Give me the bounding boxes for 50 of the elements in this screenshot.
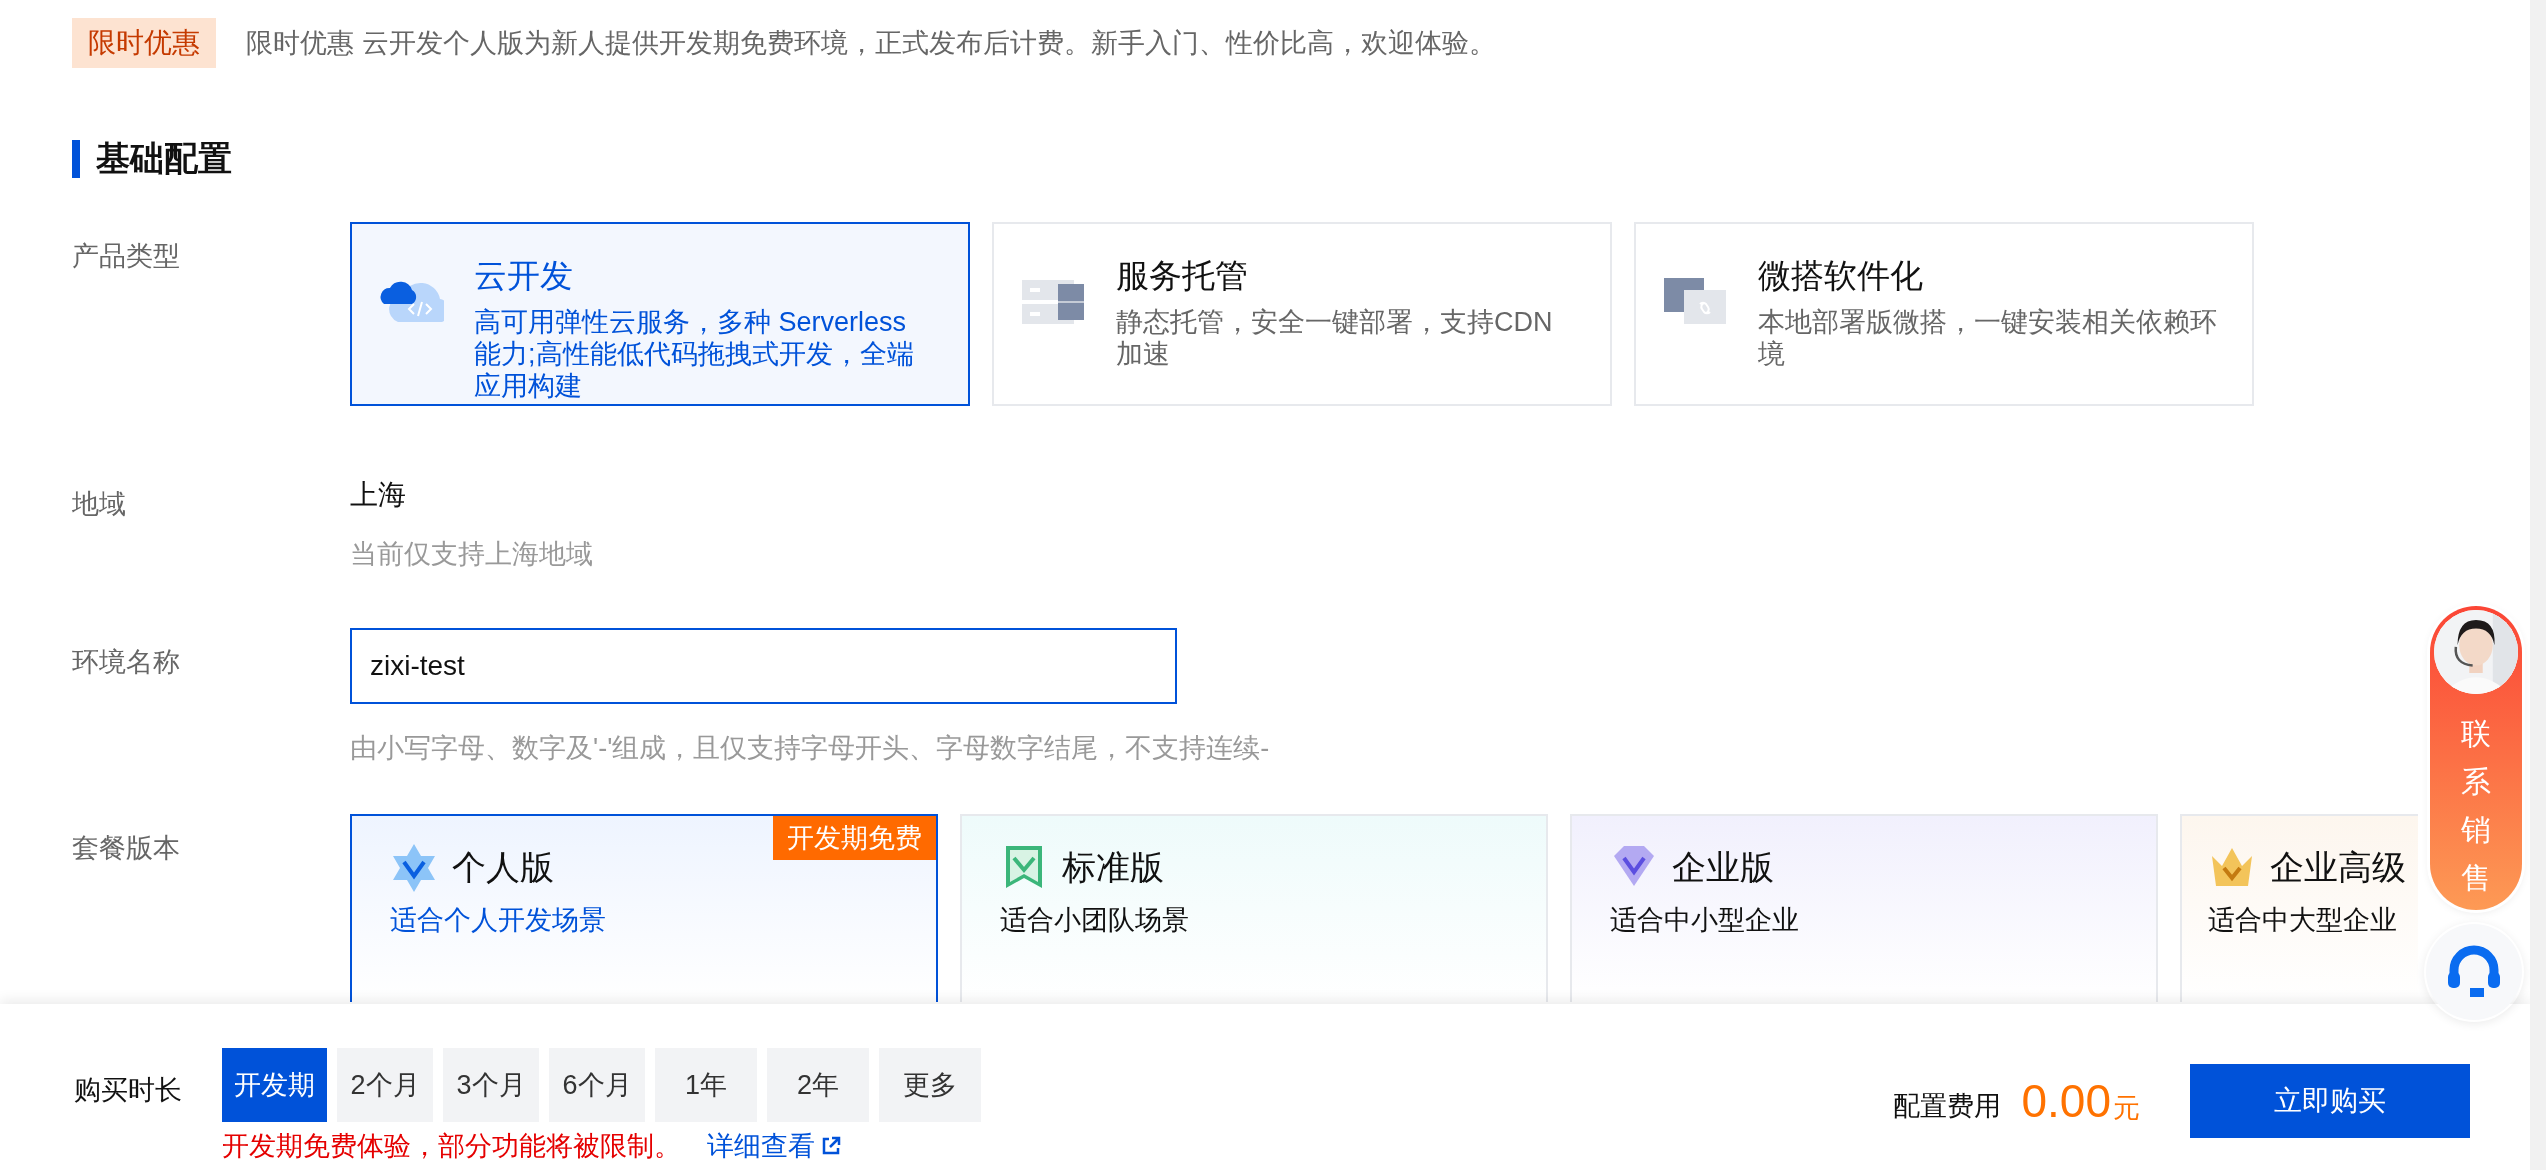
duration-tab[interactable]: 2个月 — [337, 1048, 433, 1122]
field-label: 套餐版本 — [72, 832, 181, 865]
plan-subtitle: 适合中小型企业 — [1610, 904, 1800, 937]
product-option[interactable]: 服务托管 静态托管，安全一键部署，支持CDN加速 — [992, 222, 1612, 406]
option-description: 高可用弹性云服务，多种 Serverless 能力;高性能低代码拖拽式开发，全端应用构建 — [474, 307, 915, 403]
duration-tab[interactable]: 1年 — [655, 1048, 757, 1122]
field-label: 环境名称 — [72, 646, 181, 679]
star-icon — [390, 842, 438, 894]
duration-tab[interactable]: 更多 — [879, 1048, 981, 1122]
duration-tab[interactable]: 开发期 — [222, 1048, 327, 1122]
plan-subtitle: 适合小团队场景 — [1000, 904, 1190, 937]
hint-text: 当前仅支持上海地域 — [350, 538, 593, 571]
plan-subtitle: 适合个人开发场景 — [390, 904, 607, 937]
option-description: 本地部署版微搭，一键安装相关依赖环境 — [1758, 307, 2218, 371]
buy-button[interactable]: 立即购买 — [2190, 1064, 2470, 1138]
duration-tab[interactable]: 3个月 — [443, 1048, 539, 1122]
external-link-icon — [821, 1136, 841, 1156]
duration-tab[interactable]: 6个月 — [549, 1048, 645, 1122]
section-marker — [72, 140, 80, 178]
plan-card[interactable]: 标准版 适合小团队场景 — [960, 814, 1548, 1002]
promo-text: 限时优惠 云开发个人版为新人提供开发期免费环境，正式发布后计费。新手入门、性价比高，欢迎体验。 — [246, 27, 1496, 60]
option-description: 静态托管，安全一键部署，支持CDN加速 — [1116, 307, 1554, 371]
field-label: 产品类型 — [72, 240, 181, 273]
plan-card[interactable]: 企业高级 适合中大型企业 — [2180, 814, 2418, 1002]
plan-title: 企业版 — [1672, 847, 1774, 888]
product-option[interactable]: 微搭软件化 本地部署版微搭，一键安装相关依赖环境 — [1634, 222, 2254, 406]
plan-card[interactable]: 企业版 适合中小型企业 — [1570, 814, 2158, 1002]
hint-text: 由小写字母、数字及'-'组成，且仅支持字母开头、字母数字结尾，不支持连续- — [350, 732, 1270, 765]
plan-title: 个人版 — [452, 847, 554, 888]
warning-text: 开发期免费体验，部分功能将被限制。 — [222, 1130, 681, 1163]
plan-title: 企业高级 — [2270, 847, 2406, 888]
section-title: 基础配置 — [96, 138, 232, 179]
option-title: 云开发 — [474, 256, 574, 296]
plan-title: 标准版 — [1062, 847, 1164, 888]
field-label: 地域 — [72, 488, 127, 521]
free-badge: 开发期免费 — [773, 816, 936, 860]
promo-tag: 限时优惠 — [72, 18, 216, 68]
region-value: 上海 — [350, 478, 407, 512]
product-option[interactable]: 云开发 高可用弹性云服务，多种 Serverless 能力;高性能低代码拖拽式开发，全端应用构建 — [350, 222, 970, 406]
input-field[interactable]: zixi-test — [350, 628, 1177, 704]
price-amount: 0.00 — [2021, 1074, 2111, 1128]
option-title: 服务托管 — [1116, 256, 1249, 296]
cost-label: 配置费用 — [1893, 1090, 2002, 1123]
option-title: 微搭软件化 — [1758, 256, 1924, 296]
field-label: 购买时长 — [74, 1074, 182, 1107]
plan-card[interactable]: 开发期免费 个人版 适合个人开发场景 — [350, 814, 938, 1002]
plan-subtitle: 适合中大型企业 — [2208, 904, 2398, 937]
duration-tab[interactable]: 2年 — [767, 1048, 869, 1122]
price-unit: 元 — [2113, 1092, 2140, 1125]
details-link[interactable]: 详细查看 — [707, 1128, 841, 1164]
